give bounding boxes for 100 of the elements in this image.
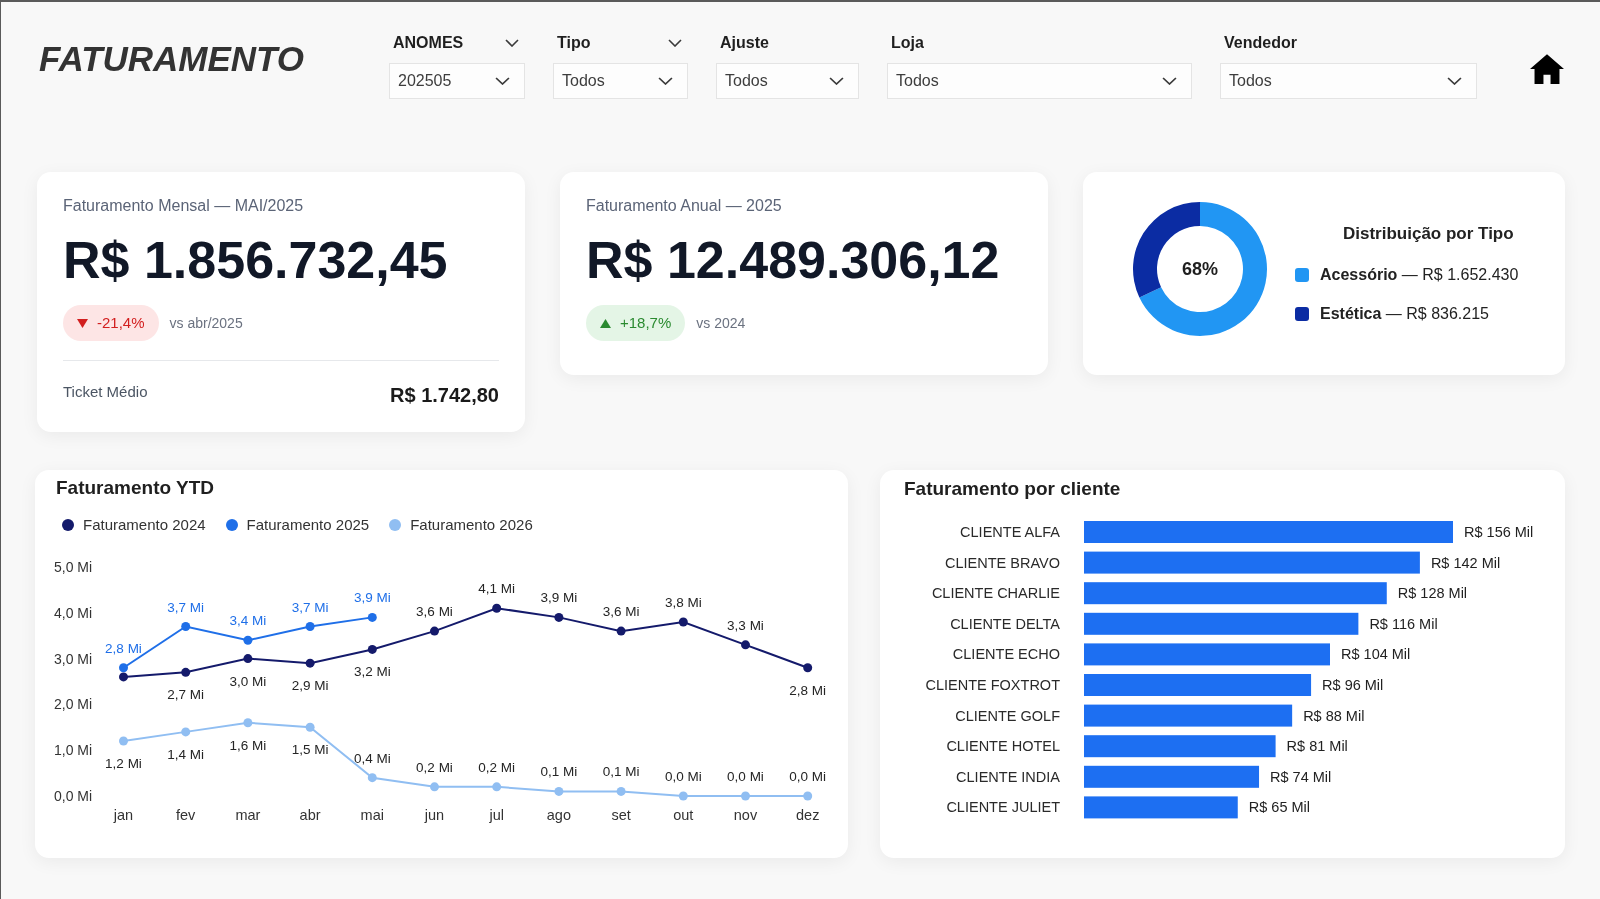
data-point [678, 617, 688, 627]
kpi-value: R$ 12.489.306,12 [586, 230, 1000, 290]
dropdown[interactable]: 202505 [389, 63, 525, 99]
y-axis-label: 5,0 Mi [54, 559, 93, 575]
legend-label: Estética — R$ 836.215 [1320, 303, 1489, 324]
filter-label: Loja [890, 33, 924, 53]
dropdown[interactable]: Todos [887, 63, 1192, 99]
bar-value-label: R$ 88 Mil [1303, 707, 1365, 724]
data-label: 3,4 Mi [229, 613, 267, 629]
x-axis-label: set [611, 807, 631, 823]
data-point [305, 658, 315, 668]
category-label: CLIENTE GOLF [955, 707, 1060, 724]
data-label: 0,0 Mi [727, 769, 764, 784]
data-point [492, 603, 502, 613]
category-label: CLIENTE DELTA [950, 615, 1060, 632]
data-label: 2,9 Mi [291, 678, 329, 694]
data-point [243, 654, 253, 664]
dropdown[interactable]: Todos [1220, 63, 1477, 99]
data-label: 3,7 Mi [167, 599, 205, 615]
category-label: CLIENTE CHARLIE [931, 585, 1060, 602]
comparison-text: vs abr/2025 [169, 313, 243, 333]
data-label: 3,9 Mi [540, 590, 578, 606]
chevron-down-icon [495, 77, 510, 85]
x-axis-label: mai [360, 807, 384, 823]
bar-value-label: R$ 74 Mil [1270, 768, 1332, 785]
data-point [678, 791, 688, 801]
category-label: CLIENTE BRAVO [945, 554, 1060, 571]
chevron-down-icon [1447, 77, 1462, 85]
y-axis-label: 1,0 Mi [54, 742, 93, 759]
data-point [243, 635, 253, 645]
legend-title: Distribuição por Tipo [1343, 223, 1514, 246]
data-point [367, 612, 377, 622]
category-label: CLIENTE FOXTROT [925, 677, 1060, 693]
x-axis-label: jul [489, 807, 504, 823]
page-title: FATURAMENTO [39, 38, 305, 80]
home-icon[interactable] [1530, 54, 1564, 84]
data-point [367, 644, 377, 654]
data-point [119, 672, 128, 682]
metric-label: Ticket Médio [63, 381, 148, 402]
legend-label: Faturamento 2026 [410, 514, 533, 535]
data-label: 0,1 Mi [602, 764, 640, 780]
category-label: CLIENTE INDIA [956, 768, 1060, 785]
data-label: 0,0 Mi [664, 769, 702, 784]
data-point [181, 667, 191, 677]
metric-value: R$ 1.742,80 [390, 383, 499, 408]
bar-value-label: R$ 81 Mil [1286, 738, 1348, 755]
data-label: 3,2 Mi [353, 664, 391, 680]
x-axis-label: ago [546, 807, 571, 823]
data-label: 3,8 Mi [664, 594, 702, 610]
donut-center-label: 68% [1182, 257, 1218, 280]
data-point [243, 718, 253, 728]
bar-value-label: R$ 65 Mil [1248, 799, 1310, 816]
y-axis-label: 3,0 Mi [54, 650, 93, 667]
data-point [181, 622, 191, 632]
data-point [492, 782, 502, 792]
data-label: 1,6 Mi [229, 737, 267, 753]
y-axis-label: 4,0 Mi [54, 604, 93, 621]
chevron-down-icon [658, 77, 673, 85]
data-point [616, 786, 626, 796]
comparison-text: vs 2024 [696, 313, 746, 333]
chart-title: Faturamento por cliente [904, 477, 1121, 501]
x-axis-label: fev [176, 807, 196, 823]
data-point [305, 722, 315, 732]
legend-label: Faturamento 2025 [246, 514, 370, 535]
data-point [119, 663, 128, 673]
data-label: 2,8 Mi [789, 682, 827, 698]
x-axis-label: jan [113, 807, 134, 823]
filter-label: Tipo [556, 33, 591, 53]
data-point [430, 626, 439, 636]
data-point [741, 640, 750, 650]
data-label: 0,4 Mi [353, 750, 391, 766]
bar-value-label: R$ 104 Mil [1341, 646, 1411, 663]
data-label: 3,9 Mi [353, 590, 391, 606]
data-label: 3,3 Mi [727, 617, 764, 633]
dropdown[interactable]: Todos [716, 63, 859, 99]
x-axis-label: nov [733, 807, 758, 823]
triangle-up-icon [600, 318, 611, 328]
data-point [430, 782, 439, 792]
x-axis-label: dez [796, 807, 820, 823]
data-label: 1,4 Mi [167, 746, 205, 762]
filter-label: Ajuste [719, 33, 769, 53]
data-point [616, 626, 626, 636]
data-point [181, 727, 191, 737]
data-label: 0,2 Mi [416, 759, 453, 775]
data-point [554, 612, 564, 622]
dropdown[interactable]: Todos [553, 63, 688, 99]
filter-label: ANOMES [392, 33, 464, 53]
bar-value-label: R$ 128 Mil [1397, 585, 1468, 602]
legend-label: Faturamento 2024 [83, 514, 206, 535]
data-point [367, 773, 377, 783]
category-label: CLIENTE HOTEL [946, 738, 1060, 755]
data-label: 3,6 Mi [416, 604, 453, 620]
category-label: CLIENTE JULIET [946, 799, 1060, 816]
category-label: CLIENTE ALFA [960, 524, 1060, 540]
y-axis-label: 2,0 Mi [54, 696, 93, 713]
filter-label: Vendedor [1223, 33, 1297, 53]
data-label: 1,2 Mi [105, 756, 142, 772]
data-label: 1,5 Mi [291, 742, 329, 758]
data-label: 3,0 Mi [229, 673, 267, 689]
data-label: 2,7 Mi [167, 687, 205, 703]
